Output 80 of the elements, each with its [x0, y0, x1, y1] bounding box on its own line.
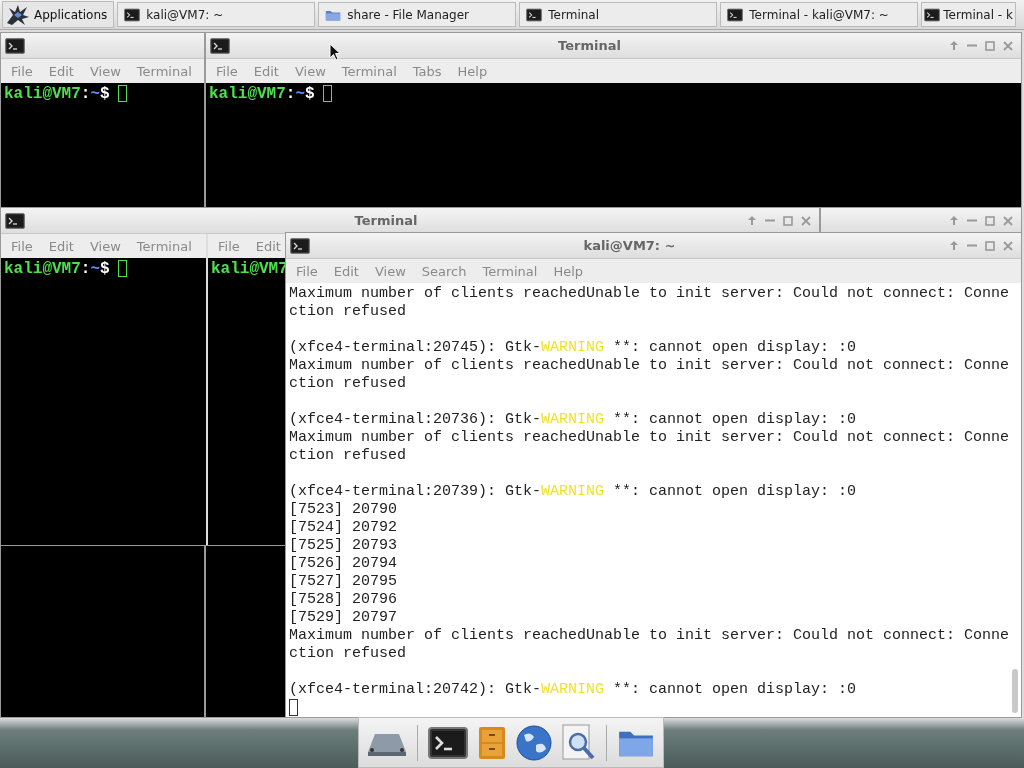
menu-item[interactable]: Help [545, 263, 592, 279]
maximize-icon[interactable] [985, 240, 995, 251]
terminal-line: ction refused [289, 447, 408, 465]
menu-item[interactable]: Edit [40, 238, 82, 254]
terminal-line: (xfce4-terminal:20745): Gtk-WARNING **: cannot open display: :0 [289, 339, 858, 357]
menu-item[interactable]: File [208, 63, 246, 79]
terminal-line: [7526] 20794 [289, 555, 399, 573]
mouse-pointer-icon [329, 43, 341, 61]
menu-item[interactable]: File [288, 263, 326, 279]
minimize-icon[interactable] [967, 244, 977, 247]
menu-item[interactable]: File [210, 238, 248, 254]
close-icon[interactable] [1003, 240, 1013, 251]
terminal-line: [7527] 20795 [289, 573, 399, 591]
terminal-line: ction refused [289, 375, 408, 393]
menu-item[interactable]: View [81, 63, 129, 79]
menu-item[interactable]: Terminal [128, 238, 200, 254]
menu-item[interactable]: Terminal [474, 263, 546, 279]
menu-item[interactable]: Edit [247, 238, 289, 254]
minimize-icon[interactable] [967, 44, 977, 47]
menu-item[interactable]: Search [413, 263, 475, 279]
menu-item[interactable]: Edit [325, 263, 367, 279]
menu-item[interactable]: Tabs [404, 63, 450, 79]
menu-item[interactable]: View [286, 63, 334, 79]
terminal-line: (xfce4-terminal:20739): Gtk-WARNING **: cannot open display: :0 [289, 483, 858, 501]
minimize-icon[interactable] [765, 219, 775, 222]
terminal-line: Maximum number of clients reachedUnable to init server: Could not connect: Conne [289, 429, 1011, 447]
terminal-icon [124, 7, 141, 22]
terminal-icon [727, 7, 744, 22]
close-icon[interactable] [801, 215, 811, 226]
terminal-line: [7523] 20790 [289, 501, 399, 519]
window-title: Terminal [558, 38, 621, 53]
terminal-line: [7528] 20796 [289, 591, 399, 609]
terminal-icon [428, 726, 468, 759]
terminal-line: ction refused [289, 303, 408, 321]
close-icon[interactable] [1003, 215, 1013, 226]
maximize-icon[interactable] [783, 215, 793, 226]
taskbar-button[interactable]: Terminal [519, 2, 718, 27]
arrow-up-icon[interactable] [747, 215, 757, 226]
terminal-line: (xfce4-terminal:20736): Gtk-WARNING **: cannot open display: :0 [289, 411, 858, 429]
shell-prompt: kali@VM7:~$ [4, 85, 110, 103]
taskbar-button[interactable]: share - File Manager [318, 2, 517, 27]
maximize-icon[interactable] [985, 40, 995, 51]
menu-item[interactable]: View [366, 263, 414, 279]
minimize-icon[interactable] [967, 219, 977, 222]
arrow-up-icon[interactable] [949, 215, 959, 226]
shell-prompt: kali@VM7:~$ [4, 260, 110, 278]
arrow-up-icon[interactable] [949, 240, 959, 251]
menu-item[interactable]: View [81, 238, 129, 254]
terminal-line: [7524] 20792 [289, 519, 399, 537]
terminal-line: Maximum number of clients reachedUnable to init server: Could not connect: Conne [289, 357, 1011, 375]
menu-item[interactable]: Help [449, 63, 496, 79]
globe-icon[interactable] [516, 724, 552, 761]
applications-menu-button[interactable]: Applications [2, 1, 115, 28]
terminal-line: Maximum number of clients reachedUnable to init server: Could not connect: Conne [289, 285, 1011, 303]
file-cabinet-icon[interactable] [478, 725, 506, 760]
menu-item[interactable]: File [3, 238, 41, 254]
terminal-line: ction refused [289, 645, 408, 663]
window-title: Terminal [354, 213, 418, 228]
menu-item[interactable]: File [3, 63, 41, 79]
terminal-line: (xfce4-terminal:20742): Gtk-WARNING **: cannot open display: :0 [289, 681, 858, 699]
terminal-line: [7529] 20797 [289, 609, 399, 627]
taskbar-button[interactable]: Terminal - kali@VM7: ~ [720, 2, 919, 27]
menu-item[interactable]: Edit [245, 63, 287, 79]
terminal-line: [7525] 20793 [289, 537, 399, 555]
arrow-up-icon[interactable] [949, 40, 959, 51]
close-icon[interactable] [1003, 40, 1013, 51]
shell-prompt: kali@VM7 [211, 260, 288, 278]
menu-item[interactable]: Terminal [128, 63, 200, 79]
taskbar-button[interactable]: kali@VM7: ~ [117, 2, 316, 27]
taskbar-button[interactable]: Terminal - k [921, 2, 1016, 27]
terminal-icon [526, 7, 543, 22]
maximize-icon[interactable] [985, 215, 995, 226]
shell-prompt: kali@VM7:~$ [209, 85, 315, 103]
menu-item[interactable]: Terminal [333, 63, 405, 79]
window-title: kali@VM7: ~ [583, 238, 676, 253]
scrollbar[interactable] [1012, 669, 1018, 713]
terminal-line: Maximum number of clients reachedUnable to init server: Could not connect: Conne [289, 627, 1011, 645]
terminal-icon [924, 7, 941, 22]
menu-item[interactable]: Edit [40, 63, 82, 79]
magnifier-icon[interactable] [562, 723, 596, 762]
